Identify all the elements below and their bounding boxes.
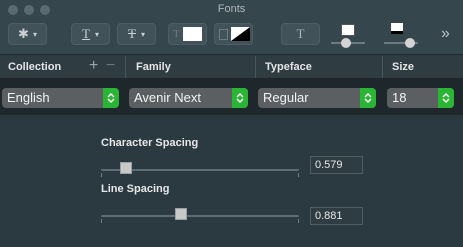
family-value: Avenir Next [134, 90, 201, 105]
line-spacing-slider[interactable] [101, 205, 299, 225]
typeface-popup[interactable]: Regular [258, 88, 376, 108]
column-header-bar: Collection + − Family Typeface Size [0, 56, 463, 79]
size-column-header: Size [392, 61, 415, 73]
strikethrough-menu-button[interactable]: T ▾ [117, 23, 156, 45]
chevron-down-icon: ▾ [32, 29, 37, 39]
slider-knob[interactable] [405, 38, 415, 48]
family-column-header: Family [136, 61, 171, 73]
font-selector-row: English Avenir Next Regular 18 [0, 79, 463, 115]
line-spacing-label: Line Spacing [101, 183, 170, 195]
text-shadow-icon: T [296, 26, 305, 41]
character-spacing-slider[interactable] [101, 159, 299, 179]
action-menu-button[interactable]: ✱ ▾ [8, 23, 47, 45]
family-popup[interactable]: Avenir Next [129, 88, 248, 108]
typeface-value: Regular [263, 90, 309, 105]
text-underline-icon: T [82, 26, 90, 41]
collection-popup[interactable]: English [2, 88, 119, 108]
add-collection-button[interactable]: + [89, 57, 98, 75]
shadow-blur-control[interactable] [384, 22, 418, 50]
document-color-swatch [231, 27, 250, 41]
document-color-icon [219, 28, 228, 40]
line-spacing-knob[interactable] [175, 208, 187, 220]
text-strikethrough-icon: T [128, 26, 136, 41]
shadow-opacity-control[interactable] [331, 22, 365, 50]
size-popup[interactable]: 18 [387, 88, 454, 108]
text-color-swatch [182, 27, 202, 41]
window-title: Fonts [217, 3, 246, 15]
chevron-down-icon: ▾ [94, 29, 99, 39]
text-shadow-button[interactable]: T [281, 23, 320, 45]
character-spacing-field[interactable]: 0.579 [310, 156, 363, 174]
text-color-icon: T [173, 28, 180, 40]
toolbar: ✱ ▾ T ▾ T ▾ T T » [0, 20, 463, 55]
remove-collection-button[interactable]: − [106, 57, 115, 75]
collection-column-header: Collection [8, 61, 62, 73]
character-spacing-knob[interactable] [120, 162, 132, 174]
gear-icon: ✱ [18, 26, 29, 41]
chevron-updown-icon [360, 88, 376, 108]
chevron-updown-icon [232, 88, 248, 108]
shadow-blur-icon [391, 23, 403, 34]
spacing-panel: Character Spacing 0.579 Line Spacing 0.8… [0, 115, 463, 247]
size-value: 18 [392, 90, 407, 105]
text-color-button[interactable]: T [168, 23, 207, 45]
line-spacing-field[interactable]: 0.881 [310, 207, 363, 225]
shadow-opacity-icon [341, 24, 355, 36]
chevron-down-icon: ▾ [140, 29, 145, 39]
chevron-updown-icon [438, 88, 454, 108]
underline-menu-button[interactable]: T ▾ [71, 23, 110, 45]
collection-value: English [7, 90, 50, 105]
title-bar: Fonts [0, 0, 463, 20]
toolbar-overflow-button[interactable]: » [441, 25, 450, 43]
document-color-button[interactable] [214, 23, 253, 45]
chevron-double-right-icon: » [441, 25, 450, 42]
character-spacing-label: Character Spacing [101, 137, 199, 149]
typeface-column-header: Typeface [265, 61, 312, 73]
slider-knob[interactable] [341, 38, 351, 48]
chevron-updown-icon [103, 88, 119, 108]
